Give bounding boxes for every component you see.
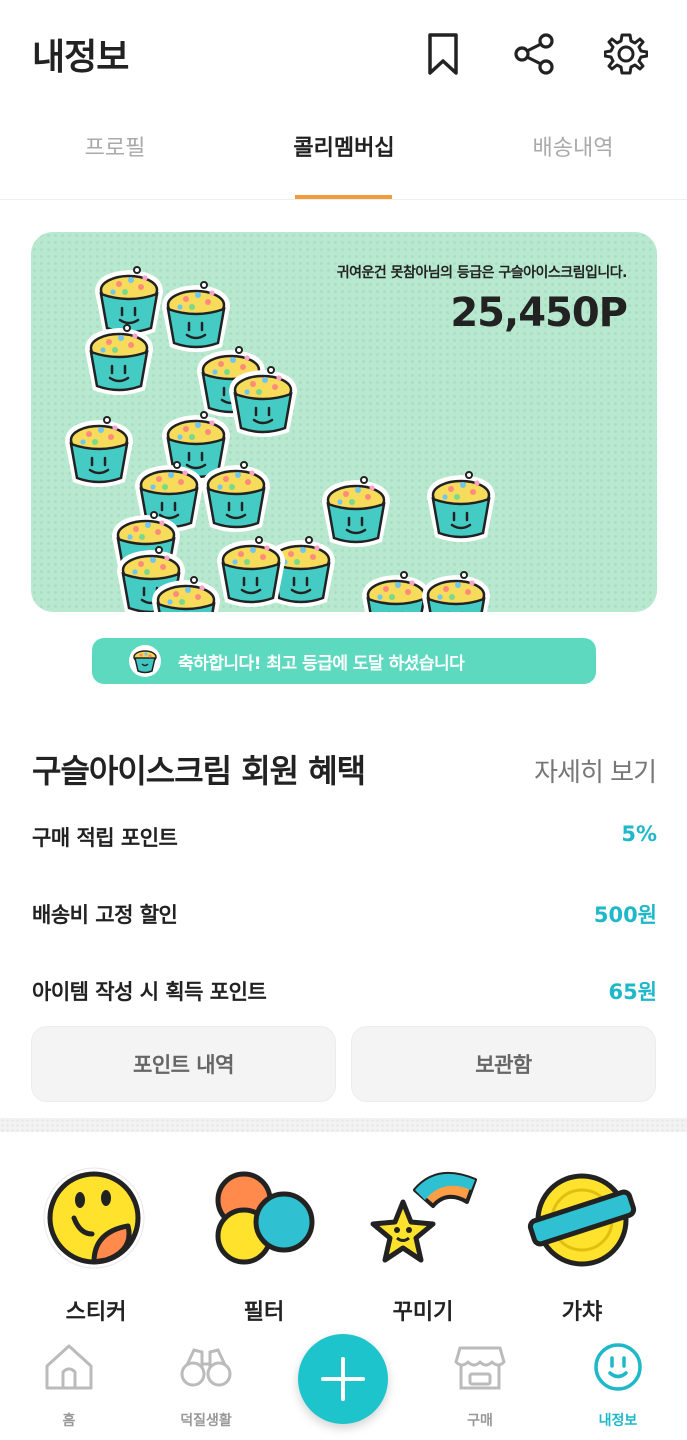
ice-cream-cup-sticker <box>202 461 270 532</box>
benefit-row: 아이템 작성 시 획득 포인트 65원 <box>32 976 657 1006</box>
nav-my-info[interactable]: 내정보 <box>563 1340 673 1430</box>
home-icon <box>45 1344 93 1390</box>
share-icon[interactable] <box>510 30 558 78</box>
benefit-value: 65원 <box>608 980 657 1004</box>
gacha-capsule-icon <box>527 1173 637 1267</box>
benefit-row: 배송비 고정 할인 500원 <box>32 899 657 929</box>
feature-decorate[interactable]: 꾸미기 <box>353 1160 493 1326</box>
feature-gacha[interactable]: 가챠 <box>512 1160 652 1326</box>
benefit-value: 500원 <box>593 903 657 927</box>
ice-cream-cup-sticker <box>152 576 220 612</box>
benefit-label: 구매 적립 포인트 <box>32 826 178 850</box>
nav-label: 구매 <box>467 1413 493 1429</box>
feature-label: 가챠 <box>561 1300 603 1325</box>
feature-label: 스티커 <box>65 1300 127 1325</box>
ice-cream-cup-sticker <box>65 416 133 487</box>
ice-cream-cup-sticker <box>422 571 490 612</box>
points-history-button[interactable]: 포인트 내역 <box>31 1026 336 1102</box>
benefit-row: 구매 적립 포인트 5% <box>32 822 657 852</box>
points-balance: 25,450P <box>450 290 628 336</box>
nav-label: 홈 <box>62 1413 76 1429</box>
ice-cream-cup-sticker <box>427 471 495 542</box>
bookmark-icon[interactable] <box>419 30 467 78</box>
tab-bar: 프로필 콜리멤버십 배송내역 <box>0 110 687 200</box>
plus-icon <box>321 1357 365 1401</box>
store-icon <box>454 1346 506 1390</box>
feature-sticker[interactable]: 스티커 <box>26 1160 166 1326</box>
ice-cream-cup-sticker <box>85 324 153 395</box>
filter-icon <box>215 1171 315 1265</box>
benefit-label: 배송비 고정 할인 <box>32 903 178 927</box>
congrats-text: 축하합니다! 최고 등급에 도달 하셨습니다 <box>178 653 465 674</box>
grade-text: 귀여운건 못참아님의 등급은 구슬아이스크림입니다. <box>336 265 628 281</box>
membership-banner: 귀여운건 못참아님의 등급은 구슬아이스크림입니다. 25,450P <box>31 232 657 612</box>
app-header: 내정보 <box>0 0 687 110</box>
nav-label: 덕질생활 <box>180 1413 232 1429</box>
create-button[interactable] <box>298 1334 388 1424</box>
page-title: 내정보 <box>32 37 129 78</box>
tab-membership[interactable]: 콜리멤버십 <box>254 130 434 162</box>
feature-label: 꾸미기 <box>392 1300 454 1325</box>
feature-label: 필터 <box>243 1300 285 1325</box>
nav-home[interactable]: 홈 <box>14 1340 124 1430</box>
storage-button[interactable]: 보관함 <box>351 1026 656 1102</box>
tab-profile[interactable]: 프로필 <box>25 130 205 162</box>
binoculars-icon <box>180 1348 232 1387</box>
nav-purchase[interactable]: 구매 <box>425 1340 535 1430</box>
tab-shipping[interactable]: 배송내역 <box>483 130 663 162</box>
nav-fandom-life[interactable]: 덕질생활 <box>151 1340 261 1430</box>
active-tab-indicator <box>295 195 392 199</box>
sticker-icon <box>43 1167 145 1269</box>
decorate-star-icon <box>370 1172 477 1263</box>
ice-cream-cup-icon <box>129 645 161 677</box>
feature-filter[interactable]: 필터 <box>194 1160 334 1326</box>
section-divider <box>0 1118 687 1132</box>
benefits-title: 구슬아이스크림 회원 혜택 <box>32 752 366 790</box>
nav-label: 내정보 <box>598 1413 638 1429</box>
smile-face-icon <box>594 1343 642 1391</box>
see-details-link[interactable]: 자세히 보기 <box>534 752 657 789</box>
benefit-value: 5% <box>621 822 657 846</box>
congrats-badge: 축하합니다! 최고 등급에 도달 하셨습니다 <box>92 638 596 684</box>
benefit-label: 아이템 작성 시 획득 포인트 <box>32 980 267 1004</box>
gear-icon[interactable] <box>602 30 650 78</box>
